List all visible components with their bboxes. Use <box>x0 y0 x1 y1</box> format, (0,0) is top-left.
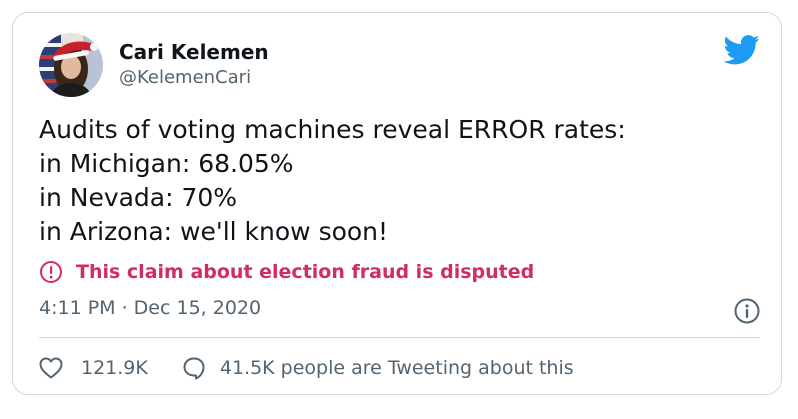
exclamation-circle-icon <box>40 261 62 283</box>
tweet-text-line: Audits of voting machines reveal ERROR r… <box>39 115 626 144</box>
conversation-button[interactable]: 41.5K people are Tweeting about this <box>182 356 574 380</box>
tweet-card: Cari Kelemen @KelemenCari Audits of voti… <box>12 12 782 395</box>
author-name[interactable]: Cari Kelemen <box>119 40 269 64</box>
like-count: 121.9K <box>81 357 148 379</box>
heart-icon <box>39 357 63 379</box>
avatar[interactable] <box>39 33 103 97</box>
tweet-actions: 121.9K 41.5K people are Tweeting about t… <box>39 353 574 383</box>
disputed-claim-warning[interactable]: This claim about election fraud is dispu… <box>39 259 534 285</box>
tweet-text-line: in Arizona: we'll know soon! <box>39 217 389 246</box>
author-handle[interactable]: @KelemenCari <box>119 67 251 88</box>
tweet-text-line: in Nevada: 70% <box>39 183 238 212</box>
avatar-image <box>39 33 103 97</box>
speech-bubble-icon <box>183 357 205 380</box>
tweet-text-line: in Michigan: 68.05% <box>39 149 294 178</box>
warning-label: This claim about election fraud is dispu… <box>76 261 535 283</box>
conversation-text: 41.5K people are Tweeting about this <box>219 357 574 379</box>
twitter-bird-icon[interactable] <box>723 35 760 65</box>
divider <box>39 337 760 338</box>
like-button[interactable]: 121.9K <box>39 357 148 379</box>
tweet-text: Audits of voting machines reveal ERROR r… <box>39 113 759 249</box>
tweet-timestamp[interactable]: 4:11 PM · Dec 15, 2020 <box>39 297 261 319</box>
info-icon[interactable] <box>734 298 760 324</box>
